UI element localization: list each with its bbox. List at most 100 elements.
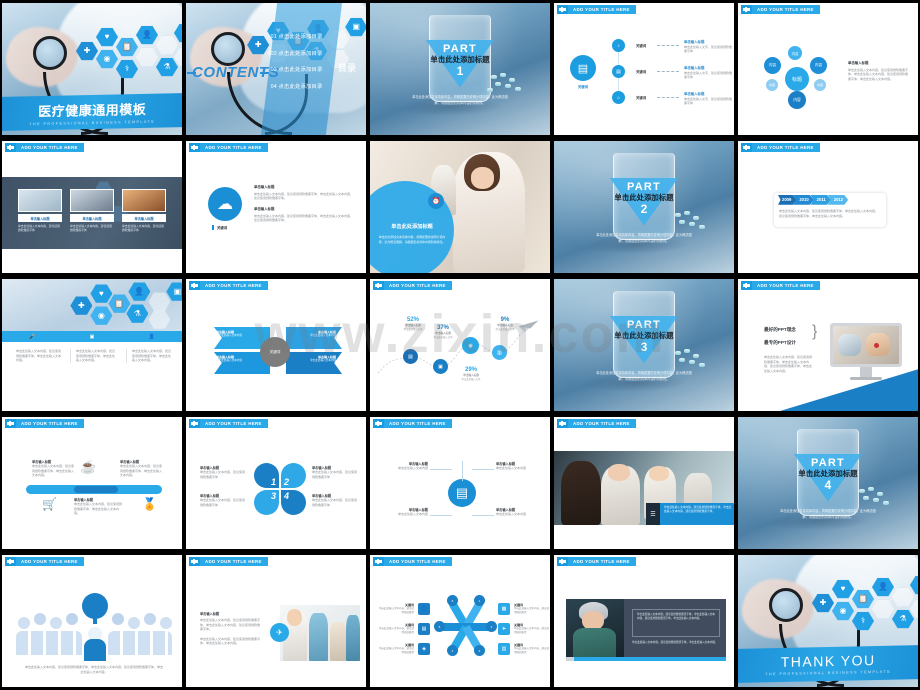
hub-node[interactable]: 内容 (788, 46, 802, 60)
hub-head: 单击输入标题 (848, 61, 869, 65)
contents-item[interactable]: 02 点击此处添加目录 (271, 49, 365, 57)
slide-thumbnail-progress[interactable]: ADD YOUR TITLE HERE ☕ 单击输入标题 单击此处输入文本内容，… (0, 414, 184, 552)
slide-title-text: ADD YOUR TITLE HERE (200, 557, 268, 566)
slide-thumbnail-thank-you[interactable]: ✚ ♥ 📋 👤 ▣ ◉ ⚕ ⚗ THANK YOU THE PROFESSION… (736, 552, 920, 690)
crowd-illustration (16, 593, 172, 661)
slide-thumbnail-petals[interactable]: ADD YOUR TITLE HERE 1 2 3 4 单击输入标题 单击此处输… (184, 414, 368, 552)
slide-thumbnail-three-photos[interactable]: ADD YOUR TITLE HERE 单击输入标题 单击此处输入文本内容，建议… (0, 138, 184, 276)
star-body: 单击此处输入文本内容，建议使用微软雅黑 (378, 627, 414, 634)
slide-thumbnail-quadrant[interactable]: ADD YOUR TITLE HERE 单击输入标题 单击此处输入文本内容 单击… (184, 276, 368, 414)
petal[interactable]: 4 (281, 490, 306, 515)
slide-thumbnail-crowd[interactable]: ADD YOUR TITLE HERE 单击此处输入文本内容，建议使用微软雅黑字… (0, 552, 184, 690)
slide-thumbnail-imac[interactable]: ADD YOUR TITLE HERE 最好的PPT理念 最专的PPT设计 } … (736, 276, 920, 414)
star-node[interactable]: 5 (434, 621, 445, 632)
slide-thumbnail-percent-curve[interactable]: ADD YOUR TITLE HERE ▤ ▣ ◉ ▥ 52% 单击输入标题 单… (368, 276, 552, 414)
crowd-body: 单击此处输入文本内容，建议使用微软雅黑字体，单击此处输入文本内容，建议使用微软雅… (24, 665, 163, 674)
timeline-year[interactable]: 2012 (827, 195, 849, 205)
card-body: 单击此处输入文本内容，建议使用微软雅黑字体 (18, 224, 60, 233)
user-icon: 👤 (148, 333, 155, 340)
petal[interactable]: 3 (254, 490, 279, 515)
petal[interactable]: 1 (254, 463, 279, 488)
slide-title-text: ADD YOUR TITLE HERE (568, 419, 636, 428)
hub-node[interactable]: 内容 (766, 79, 778, 91)
slide-thumbnail-contents[interactable]: ✚ ♥ 📋 👤 ◉ ▣ ⚗ CONTENTS 目录 01 点击 (184, 0, 368, 138)
text-body-2: 单击此处输入文本内容，建议使用微软雅黑字体，单击此处输入文本内容。 (200, 636, 261, 646)
alarm-clock-icon: ⏰ (428, 193, 444, 209)
part-description: 单击此处添加文本具体内容，简明扼要的说明分项内容，此为概念图解，请根据您的具体内… (596, 233, 692, 243)
card-caption: 单击输入标题 (18, 214, 62, 222)
hub-center[interactable]: 标题 (785, 67, 809, 91)
plus-icon (189, 557, 200, 566)
process-step[interactable]: ⌂ (612, 91, 625, 104)
contents-item[interactable]: 04 点击此处添加目录 (271, 82, 365, 90)
slide-thumbnail-part4[interactable]: PART 单击此处添加标题 4 单击此处添加文本具体内容，简明扼要的说明分项内容… (736, 414, 920, 552)
step-label: 关键词 (636, 44, 647, 48)
slide-thumbnail-timeline[interactable]: ADD YOUR TITLE HERE 2009 2010 2011 2012 … (736, 138, 920, 276)
photo-card[interactable]: 单击输入标题 单击此处输入文本内容，建议使用微软雅黑字体 (122, 189, 166, 232)
flame-icon (156, 35, 178, 55)
curve-node[interactable]: ▤ (403, 349, 418, 364)
plus-icon (741, 281, 752, 290)
petal-diagram: 1 2 3 4 (254, 463, 306, 515)
hub-node[interactable]: 内容 (788, 91, 806, 109)
step-arrow (657, 96, 679, 98)
petal-body: 单击此处输入文本内容，建议使用微软雅黑字体 (312, 498, 358, 507)
slide-thumbnail-text-photo[interactable]: ADD YOUR TITLE HERE 单击输入标题 单击此处输入文本内容，建议… (184, 552, 368, 690)
photo-card[interactable]: 单击输入标题 单击此处输入文本内容，建议使用微软雅黑字体 (70, 189, 114, 232)
timeline-year[interactable]: 2009 (778, 195, 797, 205)
slide-thumbnail-surgeon-dark[interactable]: ADD YOUR TITLE HERE 单击此处输入文本内容，建议使用微软雅黑字… (552, 552, 736, 690)
plus-icon (557, 557, 568, 566)
hub-node[interactable]: 内容 (814, 79, 826, 91)
contents-layout: CONTENTS 目录 01 点击此处添加目录 02 点击此处添加目录 03 点… (186, 3, 366, 135)
slide-thumbnail-hex-columns[interactable]: ✚ ♥ 📋 👤 ▣ ◉ ⚗ 🎤 ▣ 👤 单击此处输入文本内容，建议使用微软雅黑字… (0, 276, 184, 414)
slide-title-text: ADD YOUR TITLE HERE (752, 143, 820, 152)
slide-thumbnail-part3[interactable]: PART 单击此处添加标题 3 单击此处添加文本具体内容，简明扼要的说明分项内容… (552, 276, 736, 414)
contents-item[interactable]: 01 点击此处添加目录 (271, 32, 365, 40)
contents-item[interactable]: 03 点击此处添加目录 (271, 65, 365, 73)
star-node[interactable]: 1 (474, 595, 485, 606)
card-body: 单击此处输入文本内容，建议使用微软雅黑字体 (70, 224, 112, 233)
quadrant-center[interactable]: 关键词 (260, 337, 290, 367)
star-node[interactable]: 2 (486, 621, 497, 632)
hub-node[interactable]: 内容 (764, 57, 781, 74)
text-body: 单击此处输入文本内容，建议使用微软雅黑字体，单击此处输入文本内容，建议使用微软雅… (254, 213, 354, 223)
slide-thumbnail-part2[interactable]: PART 单击此处添加标题 2 单击此处添加文本具体内容，简明扼要的说明分项内容… (552, 138, 736, 276)
slide-thumbnail-doctor-circle[interactable]: ⏰ 单击此处添加标题 单击此处添加文本具体内容，简明扼要的说明分项内容，此为概念… (368, 138, 552, 276)
slide-title-text: ADD YOUR TITLE HERE (752, 5, 820, 14)
calendar-icon: ▦ (498, 603, 510, 615)
part-number: 3 (640, 339, 648, 354)
slide-title-text: ADD YOUR TITLE HERE (384, 419, 452, 428)
slide-thumbnail-hub-books[interactable]: ADD YOUR TITLE HERE ▤ 单击输入标题 单击此处输入文本内容 … (368, 414, 552, 552)
hub-side-body: 单击此处输入文本内容 (397, 466, 428, 470)
star-node[interactable]: 3 (474, 645, 485, 656)
main-icon-label: 关键词 (577, 85, 589, 89)
slide-thumbnail-cloud-text[interactable]: ADD YOUR TITLE HERE ☁ 关键词 单击输入标题 单击此处输入文… (184, 138, 368, 276)
process-step[interactable]: ▤ (612, 65, 625, 78)
heart-icon: ♥ (96, 27, 118, 47)
photo-card[interactable]: 单击输入标题 单击此处输入文本内容，建议使用微软雅黑字体 (18, 189, 62, 232)
timeline-year[interactable]: 2010 (793, 195, 814, 205)
user-icon: 👤 (136, 25, 158, 45)
plus-icon (189, 143, 200, 152)
timeline-year[interactable]: 2011 (810, 195, 831, 205)
hub-node[interactable]: 内容 (810, 57, 827, 74)
curve-node[interactable]: ◉ (462, 337, 479, 354)
text-body-1: 单击此处输入文本内容，建议使用微软雅黑字体，单击此处输入文本内容，建议使用微软雅… (200, 618, 261, 631)
books-stack-icon[interactable]: ▤ (448, 479, 476, 507)
slide-thumbnail-hub-spoke[interactable]: ADD YOUR TITLE HERE 标题 内容 内容 内容 内容 内容 内容… (736, 0, 920, 138)
star-node[interactable]: 6 (447, 595, 458, 606)
slide-thumbnail-process-3step[interactable]: ADD YOUR TITLE HERE ▤ 关键词 ♪ 关键词 单击输入标题 单… (552, 0, 736, 138)
petal[interactable]: 2 (281, 463, 306, 488)
slide-thumbnail-cover[interactable]: ✚ ♥ 📋 👤 ▣ ◉ ⚕ ⚗ 医疗健康通用模板 THE PROFESSIONA… (0, 0, 184, 138)
progress-track[interactable] (26, 485, 162, 494)
process-step[interactable]: ♪ (612, 39, 625, 52)
timeline-body: 单击此处输入文本内容，建议使用微软雅黑字体，单击此处输入文本内容，建议使用微软雅… (779, 209, 879, 218)
shopping-cart-icon: 🛒 (42, 497, 57, 511)
star-node[interactable]: 4 (447, 645, 458, 656)
slide-thumbnail-part1[interactable]: PART 单击此处添加标题 1 单击此处添加文本具体内容，简明扼要的说明分项内容… (368, 0, 552, 138)
slide-thumbnail-star-six[interactable]: ADD YOUR TITLE HERE 5 2 6 1 4 3 👤 ▤ ◈ ▦ … (368, 552, 552, 690)
curve-node[interactable]: ▣ (433, 359, 448, 374)
send-icon: ➤ (498, 623, 510, 635)
slide-thumbnail-team-photo[interactable]: ADD YOUR TITLE HERE 单击此处输入文本内容，建议使用微软雅黑字… (552, 414, 736, 552)
curve-node[interactable]: ▥ (492, 345, 507, 360)
